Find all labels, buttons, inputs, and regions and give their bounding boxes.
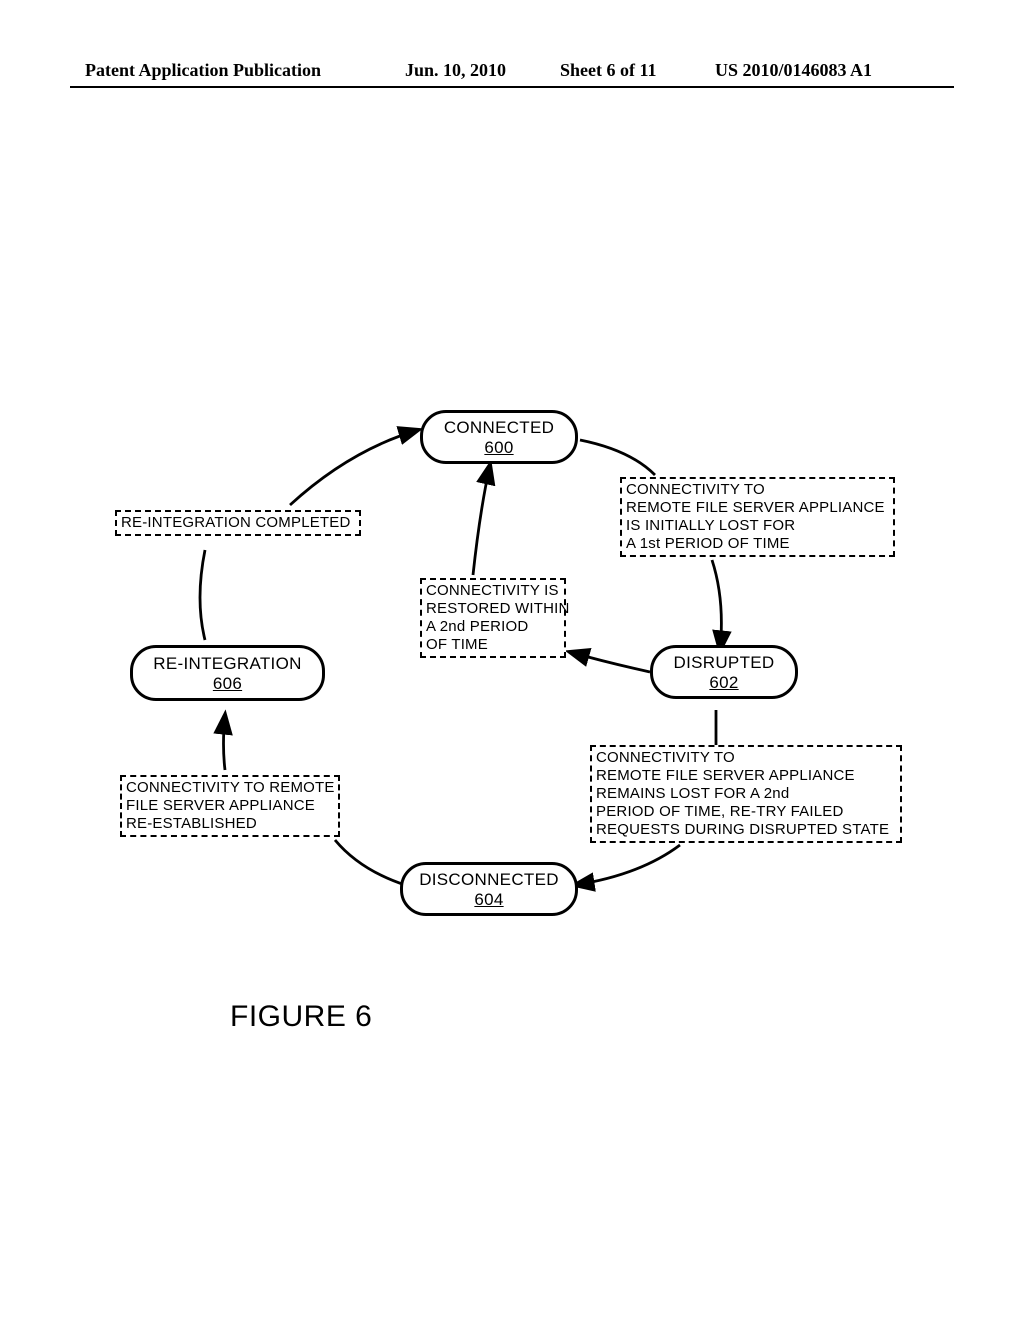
state-ref: 600 — [484, 438, 513, 458]
state-connected: CONNECTED 600 — [420, 410, 578, 464]
figure-caption: FIGURE 6 — [230, 1000, 372, 1034]
state-label: CONNECTED — [444, 418, 554, 438]
header-publication-no: US 2010/0146083 A1 — [715, 60, 872, 81]
state-ref: 604 — [474, 890, 503, 910]
transition-reintegration-to-connected: RE-INTEGRATION COMPLETED — [115, 510, 361, 536]
header-date: Jun. 10, 2010 — [405, 60, 506, 81]
header-publication-type: Patent Application Publication — [85, 60, 321, 81]
state-label: DISCONNECTED — [419, 870, 559, 890]
transition-connected-to-disrupted: CONNECTIVITY TO REMOTE FILE SERVER APPLI… — [620, 477, 895, 557]
header-sheet-number: Sheet 6 of 11 — [560, 60, 657, 81]
state-disconnected: DISCONNECTED 604 — [400, 862, 578, 916]
state-label: DISRUPTED — [674, 653, 775, 673]
transition-disrupted-to-connected: CONNECTIVITY IS RESTORED WITHIN A 2nd PE… — [420, 578, 566, 658]
transition-disrupted-to-disconnected: CONNECTIVITY TO REMOTE FILE SERVER APPLI… — [590, 745, 902, 843]
state-ref: 602 — [709, 673, 738, 693]
state-reintegration: RE-INTEGRATION 606 — [130, 645, 325, 701]
state-disrupted: DISRUPTED 602 — [650, 645, 798, 699]
state-ref: 606 — [213, 674, 242, 694]
state-label: RE-INTEGRATION — [153, 654, 301, 674]
header-rule — [70, 86, 954, 88]
page: Patent Application Publication Jun. 10, … — [0, 0, 1024, 1320]
transition-disconnected-to-reintegration: CONNECTIVITY TO REMOTE FILE SERVER APPLI… — [120, 775, 340, 837]
